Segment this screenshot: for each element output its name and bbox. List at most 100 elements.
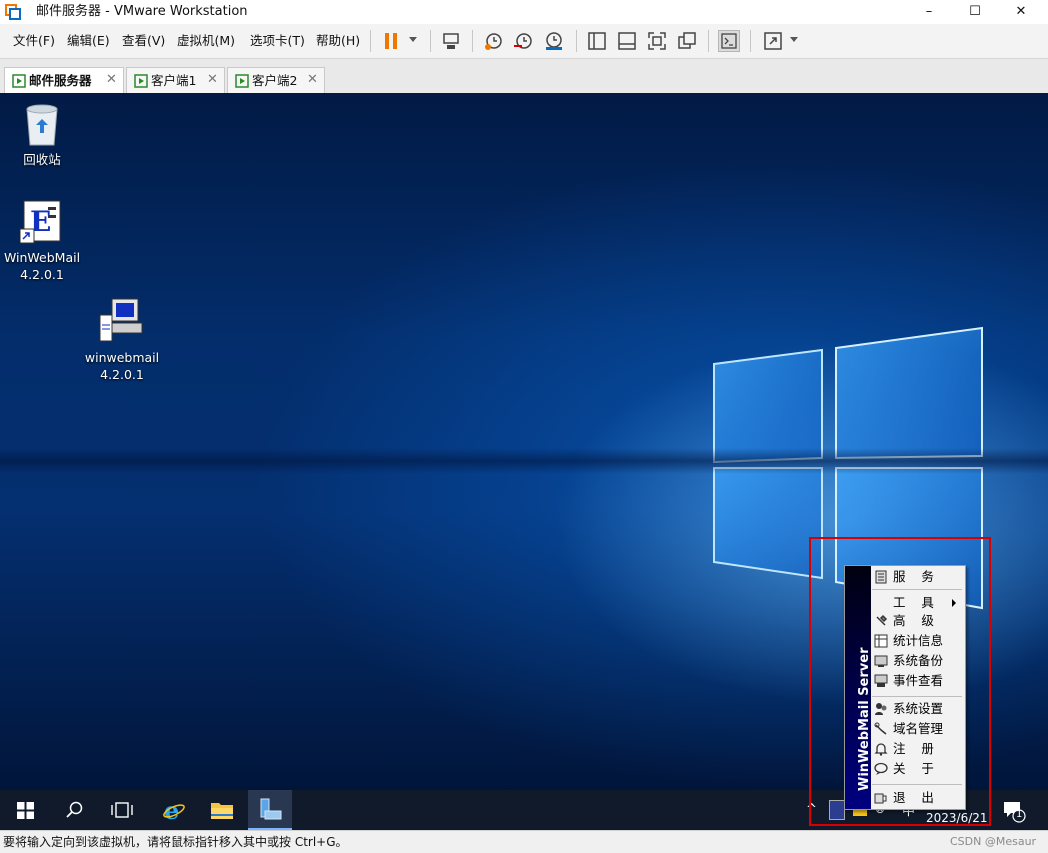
menu-banner: WinWebMail Server <box>845 566 872 809</box>
menu-view[interactable]: 查看(V) <box>122 33 165 49</box>
vmware-logo-icon <box>5 4 21 20</box>
menu-item-label: 系统备份 <box>893 653 944 668</box>
recycle-bin-icon <box>22 103 62 150</box>
menu-banner-text: WinWebMail Server <box>857 647 872 792</box>
menu-item-exit[interactable]: 退 出 <box>872 788 964 808</box>
backup-icon <box>874 655 888 667</box>
toolbar-divider <box>430 30 431 52</box>
menu-item-statistics[interactable]: 统计信息 <box>872 631 964 651</box>
watermark-text: CSDN @Mesaur <box>950 835 1037 848</box>
maximize-button[interactable]: ☐ <box>952 0 998 24</box>
close-icon[interactable]: ✕ <box>207 72 218 88</box>
close-icon[interactable]: ✕ <box>106 72 117 88</box>
stretch-icon[interactable] <box>762 30 784 52</box>
chevron-down-icon[interactable] <box>409 37 417 42</box>
advanced-icon <box>876 614 888 626</box>
menu-item-label: 事件查看 <box>893 673 944 688</box>
menu-item-service[interactable]: 服 务 <box>872 567 964 587</box>
folder-icon <box>211 803 233 819</box>
menu-item-backup[interactable]: 系统备份 <box>872 651 964 671</box>
taskbar-edge-button[interactable]: e <box>150 790 196 830</box>
statistics-icon <box>874 634 888 648</box>
menu-help[interactable]: 帮助(H) <box>316 33 360 49</box>
status-message: 要将输入定向到该虚拟机，请将鼠标指针移入其中或按 Ctrl+G。 <box>3 835 348 849</box>
tab-label: 客户端2 <box>252 73 298 88</box>
menu-edit[interactable]: 编辑(E) <box>67 33 110 49</box>
menu-divider <box>872 589 962 590</box>
action-center-button[interactable]: 1 <box>1000 796 1028 824</box>
snapshot-manager-icon[interactable] <box>542 30 564 52</box>
tab-client-2[interactable]: 客户端2 ✕ <box>227 67 325 94</box>
menu-file[interactable]: 文件(F) <box>13 33 55 49</box>
vm-icon <box>12 74 26 91</box>
tab-client-1[interactable]: 客户端1 ✕ <box>126 67 225 94</box>
menu-item-label: 系统设置 <box>893 701 944 716</box>
minimize-button[interactable]: – <box>906 0 952 24</box>
winwebmail-tray-menu: WinWebMail Server 服 务 工 具 高 级 统计信息 系统备份 … <box>844 565 966 810</box>
installer-icon <box>98 297 146 348</box>
send-keys-icon[interactable] <box>440 30 462 52</box>
desktop-icon-label: 回收站 <box>23 152 61 167</box>
vm-icon <box>235 74 249 91</box>
title-bar: 邮件服务器 - VMware Workstation – ☐ ✕ <box>0 0 1048 24</box>
revert-snapshot-icon[interactable] <box>512 30 534 52</box>
console-icon[interactable] <box>718 30 740 52</box>
start-button[interactable] <box>0 790 50 830</box>
unity-icon[interactable] <box>676 30 698 52</box>
menu-item-system-settings[interactable]: 系统设置 <box>872 699 964 719</box>
menu-item-label: 域名管理 <box>893 721 944 736</box>
windows-start-icon <box>17 802 34 819</box>
domain-icon <box>874 722 887 735</box>
notification-count: 1 <box>1016 809 1023 820</box>
tray-winwebmail-icon[interactable] <box>829 800 845 820</box>
winwebmail-app-icon: E <box>19 199 64 248</box>
status-bar: 要将输入定向到该虚拟机，请将鼠标指针移入其中或按 Ctrl+G。 CSDN @M… <box>0 830 1048 853</box>
menu-item-event-viewer[interactable]: 事件查看 <box>872 671 964 691</box>
about-icon <box>874 762 888 775</box>
menu-item-domain-management[interactable]: 域名管理 <box>872 719 964 739</box>
wallpaper-horizon <box>0 448 1048 474</box>
menu-item-label: 服 务 <box>893 569 934 584</box>
server-manager-icon <box>260 798 282 820</box>
chevron-down-icon[interactable] <box>790 37 798 42</box>
close-button[interactable]: ✕ <box>998 0 1044 24</box>
menu-item-label: 关 于 <box>893 761 934 776</box>
window-title: 邮件服务器 - VMware Workstation <box>36 4 248 19</box>
tab-strip: 邮件服务器 ✕ 客户端1 ✕ 客户端2 ✕ <box>0 58 1048 94</box>
menu-toolbar: 文件(F) 编辑(E) 查看(V) 虚拟机(M) 选项卡(T) 帮助(H) <box>0 24 1048 58</box>
desktop-icon-winwebmail[interactable]: E WinWebMail 4.2.0.1 <box>2 199 82 285</box>
taskbar-server-manager-button[interactable] <box>248 790 292 830</box>
toolbar-divider <box>576 30 577 52</box>
taskbar-explorer-button[interactable] <box>198 790 246 830</box>
menu-item-advanced[interactable]: 高 级 <box>872 611 964 631</box>
menu-item-tools[interactable]: 工 具 <box>872 593 964 613</box>
close-icon[interactable]: ✕ <box>307 72 318 88</box>
event-viewer-icon <box>874 674 888 687</box>
toolbar-divider <box>708 30 709 52</box>
exit-icon <box>874 793 887 804</box>
search-button[interactable] <box>50 790 98 830</box>
menu-item-label: 工 具 <box>893 595 934 610</box>
desktop-icon-recycle-bin[interactable]: 回收站 <box>4 101 80 171</box>
task-view-button[interactable] <box>98 790 146 830</box>
submenu-arrow-icon <box>952 599 956 607</box>
tab-mail-server[interactable]: 邮件服务器 ✕ <box>4 67 124 94</box>
desktop-icon-winwebmail-installer[interactable]: winwebmail 4.2.0.1 <box>82 297 162 383</box>
view-thumbnail-icon[interactable] <box>616 30 638 52</box>
toolbar-divider <box>370 30 371 52</box>
pause-icon[interactable] <box>380 30 402 52</box>
settings-icon <box>875 703 887 715</box>
menu-item-about[interactable]: 关 于 <box>872 759 964 779</box>
tab-label: 客户端1 <box>151 73 197 88</box>
fullscreen-icon[interactable] <box>646 30 668 52</box>
menu-tabs[interactable]: 选项卡(T) <box>250 33 305 49</box>
clock-date[interactable]: 2023/6/21 <box>926 811 988 825</box>
chevron-up-icon[interactable]: ^ <box>806 802 817 817</box>
menu-vm[interactable]: 虚拟机(M) <box>177 33 235 49</box>
notification-icon <box>1004 802 1026 823</box>
menu-item-register[interactable]: 注 册 <box>872 739 964 759</box>
view-library-icon[interactable] <box>586 30 608 52</box>
snapshot-icon[interactable] <box>482 30 504 52</box>
search-icon <box>66 801 83 818</box>
svg-text:e: e <box>164 798 179 822</box>
